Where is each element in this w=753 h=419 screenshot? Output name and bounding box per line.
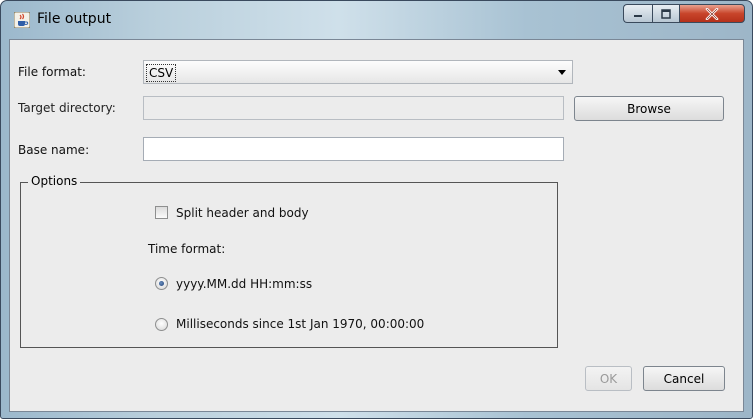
- file-output-window: File output File format: CSV Target dire…: [0, 0, 753, 419]
- file-format-value: CSV: [146, 64, 177, 82]
- title-bar[interactable]: File output: [1, 1, 752, 39]
- caption-buttons: [623, 4, 745, 23]
- cancel-button[interactable]: Cancel: [643, 366, 725, 391]
- ok-button[interactable]: OK: [585, 366, 632, 391]
- dialog-content: File format: CSV Target directory: Brows…: [9, 39, 744, 412]
- window-title: File output: [37, 11, 112, 27]
- close-button[interactable]: [679, 4, 745, 23]
- close-icon: [705, 7, 719, 20]
- java-cup-icon: [14, 12, 30, 28]
- time-format-label-datetime[interactable]: yyyy.MM.dd HH:mm:ss: [176, 277, 312, 291]
- time-format-radio-datetime[interactable]: [155, 277, 168, 290]
- maximize-button[interactable]: [652, 4, 679, 23]
- maximize-icon: [661, 8, 671, 19]
- radio-selected-dot: [159, 281, 164, 286]
- options-group-title: Options: [28, 174, 81, 188]
- base-name-label: Base name:: [18, 143, 90, 157]
- minimize-button[interactable]: [623, 4, 652, 23]
- browse-button[interactable]: Browse: [574, 96, 724, 121]
- time-format-label: Time format:: [148, 242, 226, 256]
- minimize-icon: [634, 14, 642, 17]
- file-format-select[interactable]: CSV: [143, 60, 573, 84]
- file-format-label: File format:: [18, 65, 86, 79]
- time-format-label-milliseconds[interactable]: Milliseconds since 1st Jan 1970, 00:00:0…: [176, 317, 424, 331]
- split-header-label[interactable]: Split header and body: [176, 206, 309, 220]
- target-directory-field: [143, 96, 564, 120]
- split-header-checkbox[interactable]: [155, 206, 168, 219]
- base-name-field[interactable]: [143, 137, 564, 161]
- time-format-radio-milliseconds[interactable]: [155, 318, 168, 331]
- target-directory-label: Target directory:: [18, 101, 116, 115]
- chevron-down-icon: [558, 70, 566, 75]
